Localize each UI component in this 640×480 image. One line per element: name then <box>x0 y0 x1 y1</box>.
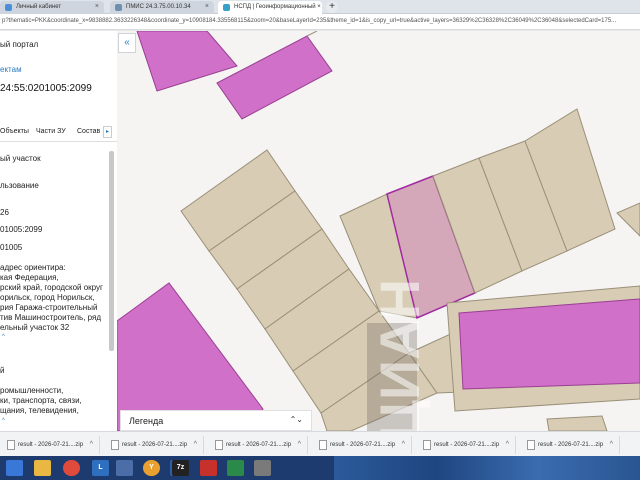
tab-objects[interactable]: Объекты <box>0 128 29 135</box>
address-bar[interactable]: p?thematic=PKK&coordinate_x=9838882.3633… <box>0 14 640 30</box>
download-filename: result - 2026-07-21....zip <box>434 442 500 448</box>
info-line: й <box>0 366 5 375</box>
info-line: рия Гаража-строительный <box>0 303 98 312</box>
info-line: орильск, город Норильск, <box>0 293 95 302</box>
info-line: щания, телевидения, <box>0 406 79 415</box>
info-tabs: Объекты Части ЗУ Состав ▸ <box>0 124 117 142</box>
file-icon <box>7 440 15 450</box>
parcel-border <box>306 31 318 37</box>
info-line: ки, транспорта, связи, <box>0 396 82 405</box>
downloads-bar: result - 2026-07-21....zip ^ result - 20… <box>0 431 640 456</box>
tab-title: Личный кабинет <box>16 4 62 10</box>
download-filename: result - 2026-07-21....zip <box>226 442 292 448</box>
download-filename: result - 2026-07-21....zip <box>122 442 188 448</box>
file-icon <box>215 440 223 450</box>
info-line: тив Машиностроитель, ряд <box>0 313 101 322</box>
building-polygon[interactable] <box>117 282 264 431</box>
close-icon[interactable]: × <box>95 3 99 10</box>
chrome-icon[interactable] <box>63 460 80 476</box>
explorer-icon[interactable] <box>34 460 51 476</box>
portal-title: ый портал <box>0 40 39 49</box>
chevron-up-icon[interactable]: ^ <box>402 441 405 448</box>
chevron-up-icon[interactable]: ^ <box>506 441 509 448</box>
excel-icon[interactable] <box>227 460 244 476</box>
calculator-icon[interactable] <box>116 460 133 476</box>
objects-link[interactable]: ектам <box>0 65 22 74</box>
chevron-up-icon[interactable]: ^ <box>194 441 197 448</box>
download-item[interactable]: result - 2026-07-21....zip ^ <box>522 436 620 454</box>
info-line: ый участок <box>0 154 41 163</box>
chevron-up-icon[interactable]: ^ <box>610 441 613 448</box>
cadastral-number: 24:55:0201005:2099 <box>0 83 92 94</box>
file-icon <box>527 440 535 450</box>
start-icon[interactable] <box>6 460 23 476</box>
collapse-panel-button[interactable]: « <box>118 33 136 53</box>
download-item[interactable]: result - 2026-07-21....zip ^ <box>106 436 204 454</box>
file-icon <box>319 440 327 450</box>
download-item[interactable]: result - 2026-07-21....zip ^ <box>418 436 516 454</box>
info-line: 01005 <box>0 243 23 252</box>
tab-title: НСПД | Геоинформационный × <box>234 4 321 10</box>
panel-scrollbar[interactable] <box>109 151 114 351</box>
info-line: 26 <box>0 208 9 217</box>
parcel-polygon[interactable] <box>616 202 640 237</box>
building-polygon[interactable] <box>216 35 333 120</box>
taskbar-desktop-strip <box>334 456 640 480</box>
tab-composition[interactable]: Состав <box>77 128 100 135</box>
info-line: кая Федерация, <box>0 273 59 282</box>
personal-cabinet-tab-icon <box>5 4 12 11</box>
chevron-updown-icon: ⌃⌄ <box>289 415 303 424</box>
cadastral-map[interactable]: ЦИАН « Легенда ⌃⌄ <box>117 31 640 431</box>
file-icon <box>111 440 119 450</box>
download-item[interactable]: result - 2026-07-21....zip ^ <box>210 436 308 454</box>
browser-tab-bar: Личный кабинет × ПМИС 24.3.75.00.10.34 ×… <box>0 0 640 14</box>
download-item[interactable]: result - 2026-07-21....zip ^ <box>2 436 100 454</box>
windows-taskbar: L Y 7z <box>0 456 640 480</box>
info-line: ельный участок 32 <box>0 323 70 332</box>
browser-tab-personal-cabinet[interactable]: Личный кабинет × <box>0 1 104 14</box>
yandex-browser-icon[interactable]: Y <box>143 460 160 476</box>
close-icon[interactable]: × <box>205 3 209 10</box>
lync-icon[interactable]: L <box>92 460 109 476</box>
download-filename: result - 2026-07-21....zip <box>330 442 396 448</box>
map-tab-icon <box>223 4 230 11</box>
browser-tab-pmis[interactable]: ПМИС 24.3.75.00.10.34 × <box>110 1 214 14</box>
tab-parts[interactable]: Части ЗУ <box>36 128 66 135</box>
archiver-icon[interactable]: 7z <box>172 460 189 476</box>
settings-icon[interactable] <box>254 460 271 476</box>
expand-icon[interactable]: ^ <box>2 334 5 340</box>
chevron-up-icon[interactable]: ^ <box>298 441 301 448</box>
info-line: адрес ориентира: <box>0 263 66 272</box>
download-filename: result - 2026-07-21....zip <box>538 442 604 448</box>
info-line: 01005:2099 <box>0 225 43 234</box>
download-filename: result - 2026-07-21....zip <box>18 442 84 448</box>
file-icon <box>423 440 431 450</box>
expand-icon[interactable]: ^ <box>2 418 5 424</box>
acrobat-icon[interactable] <box>200 460 217 476</box>
map-canvas[interactable] <box>117 31 640 431</box>
parcel-polygon[interactable] <box>546 415 608 431</box>
document-tab-icon <box>115 4 122 11</box>
info-line: рский край, городской округ <box>0 283 103 292</box>
browser-tab-nspd[interactable]: НСПД | Геоинформационный × <box>218 1 322 14</box>
tabs-scroll-right-button[interactable]: ▸ <box>103 126 112 138</box>
watermark-shadow <box>367 323 417 431</box>
object-info-panel: ый портал ектам 24:55:0201005:2099 Объек… <box>0 31 117 431</box>
building-polygon[interactable] <box>458 298 640 390</box>
legend-label: Легенда <box>129 416 164 426</box>
info-line: ромышленности, <box>0 386 64 395</box>
download-item[interactable]: result - 2026-07-21....zip ^ <box>314 436 412 454</box>
legend-dropdown[interactable]: Легенда ⌃⌄ <box>120 410 312 431</box>
info-line: льзование <box>0 181 39 190</box>
new-tab-button[interactable]: + <box>326 1 338 13</box>
chevron-up-icon[interactable]: ^ <box>90 441 93 448</box>
tab-title: ПМИС 24.3.75.00.10.34 <box>126 4 191 10</box>
